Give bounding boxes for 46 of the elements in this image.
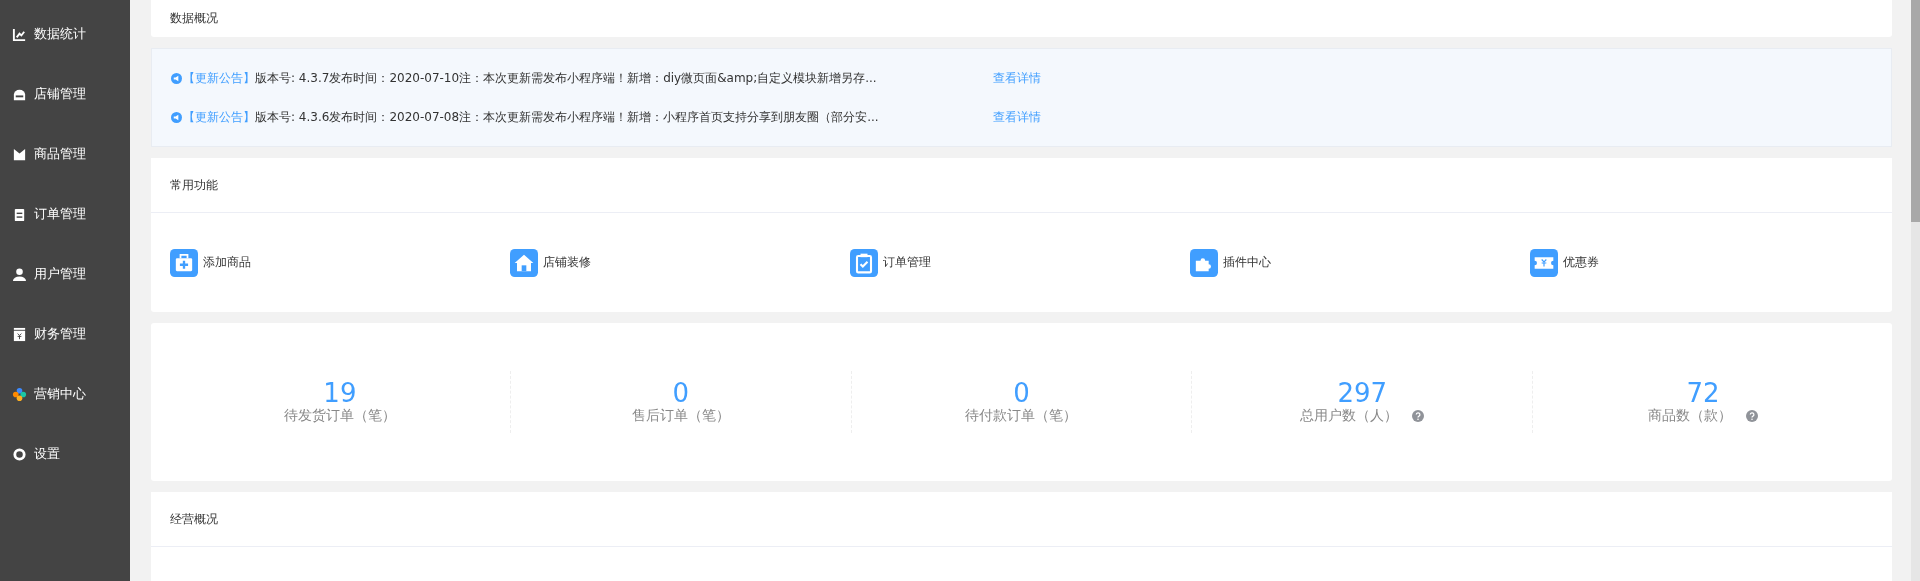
house-icon[interactable]: [510, 248, 538, 277]
scrollbar[interactable]: [1911, 0, 1920, 581]
section-title: 常用功能: [170, 176, 218, 194]
clipboard-icon: [12, 206, 27, 222]
chart-icon: [12, 26, 27, 42]
sidebar-item[interactable]: 订单管理: [34, 205, 86, 223]
shortcut-link[interactable]: 店铺装修: [543, 254, 591, 271]
notice-text: 版本号: 4.3.7发布时间：2020-07-10注：本次更新需发布小程序端！新增：diy微页面&amp;自定义模块新增另存...: [255, 69, 878, 87]
stat-label: 售后订单（笔）: [631, 407, 730, 426]
clipboard-check-icon[interactable]: [850, 248, 878, 277]
notice-text: 版本号: 4.3.6发布时间：2020-07-08注：本次更新需发布小程序端！新增：小程序首页支持分享到朋友圈（部分安...: [255, 108, 880, 126]
stat-value: 0: [672, 378, 689, 408]
section-title: 经营概况: [170, 510, 218, 528]
shortcut-link[interactable]: 插件中心: [1223, 254, 1271, 271]
stat-label: 待付款订单（笔）: [965, 407, 1078, 426]
sidebar-item[interactable]: 店铺管理: [34, 85, 86, 103]
user-icon: [12, 266, 27, 282]
sidebar-item[interactable]: 用户管理: [34, 265, 86, 283]
sidebar-item[interactable]: 数据统计: [34, 25, 86, 43]
settings-icon: [12, 446, 27, 462]
notice-tag: 【更新公告】: [183, 108, 255, 126]
stat-value: 0: [1013, 378, 1030, 408]
flower-icon: [12, 386, 27, 402]
ticket-icon[interactable]: [1530, 248, 1558, 277]
stat-label: 商品数（款）: [1648, 407, 1733, 426]
shortcut-link[interactable]: 订单管理: [883, 254, 931, 271]
stat-value: 297: [1337, 378, 1388, 408]
stat-value: 19: [323, 378, 357, 408]
sidebar-item[interactable]: 设置: [34, 445, 60, 463]
megaphone-icon: [171, 111, 182, 123]
help-icon[interactable]: [1746, 410, 1759, 423]
sidebar-item[interactable]: 财务管理: [34, 325, 86, 343]
section-title: 数据概况: [170, 10, 218, 27]
stat-label: 待发货订单（笔）: [283, 407, 396, 426]
sidebar-item[interactable]: 营销中心: [34, 385, 86, 403]
shortcut-link[interactable]: 优惠券: [1563, 254, 1599, 271]
medical-bag-icon[interactable]: [170, 248, 198, 277]
help-icon[interactable]: [1412, 410, 1425, 423]
wallet-icon: [12, 326, 27, 342]
megaphone-icon: [171, 72, 182, 84]
shortcut-link[interactable]: 添加商品: [203, 254, 251, 271]
sidebar-item[interactable]: 商品管理: [34, 145, 86, 163]
stat-label: 总用户数（人）: [1300, 407, 1399, 426]
notice-tag: 【更新公告】: [183, 69, 255, 87]
stat-value: 72: [1686, 378, 1720, 408]
puzzle-icon[interactable]: [1190, 248, 1218, 277]
